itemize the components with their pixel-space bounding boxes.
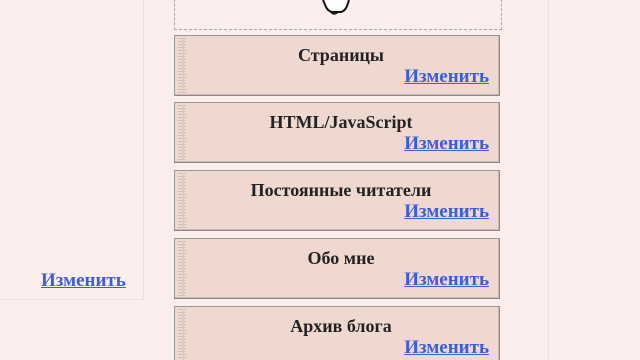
gadget-edit-link[interactable]: Изменить — [404, 133, 489, 155]
blog-layout-editor-page: Изменить Страницы Изменить HTML/JavaScri… — [0, 0, 640, 360]
gadget-edit-link[interactable]: Изменить — [404, 269, 489, 291]
gadget-blog-archive[interactable]: Архив блога Изменить — [174, 306, 500, 360]
gadget-pages[interactable]: Страницы Изменить — [174, 35, 500, 96]
left-panel-edit-link[interactable]: Изменить — [41, 270, 126, 292]
gadget-title: Страницы — [297, 45, 384, 65]
right-page-margin — [548, 0, 640, 360]
gadget-title: Архив блога — [290, 316, 392, 336]
gadget-about-me[interactable]: Обо мне Изменить — [174, 238, 500, 299]
left-sidebar-panel: Изменить — [0, 0, 144, 300]
gadget-title: Постоянные читатели — [250, 180, 432, 200]
gadget-edit-link[interactable]: Изменить — [404, 66, 489, 88]
gadget-edit-link[interactable]: Изменить — [404, 201, 489, 223]
gadget-followers[interactable]: Постоянные читатели Изменить — [174, 170, 500, 231]
gadget-title: HTML/JavaScript — [269, 112, 413, 132]
hand-pointer-icon — [322, 0, 350, 15]
gadget-html-javascript[interactable]: HTML/JavaScript Изменить — [174, 102, 500, 163]
gadget-edit-link[interactable]: Изменить — [404, 337, 489, 359]
gadget-title: Обо мне — [307, 248, 375, 268]
